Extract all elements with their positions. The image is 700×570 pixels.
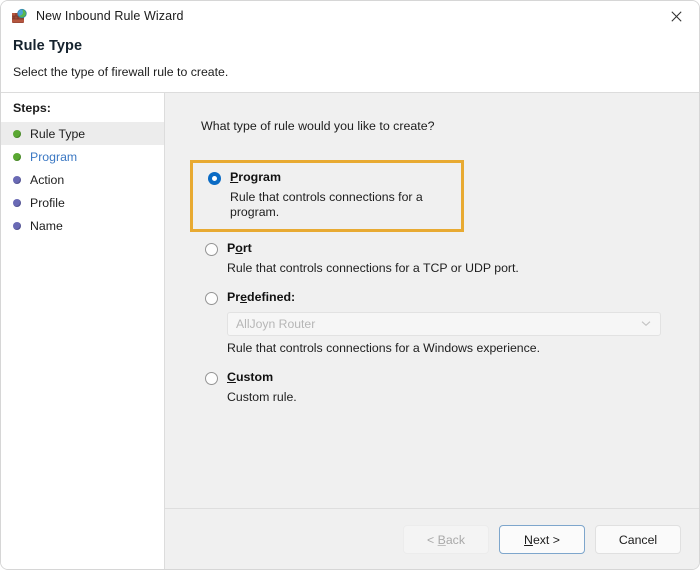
label-rest: rt xyxy=(242,241,252,255)
rule-type-radio-group: Program Rule that controls connections f… xyxy=(190,160,699,405)
sidebar-item-rule-type[interactable]: Rule Type xyxy=(1,122,164,145)
step-bullet-icon xyxy=(13,175,21,184)
wizard-footer: < Back Next > Cancel xyxy=(165,508,699,569)
sidebar-item-label: Program xyxy=(30,149,78,164)
title-bar: New Inbound Rule Wizard xyxy=(1,1,699,31)
radio-label-predefined: Predefined: xyxy=(227,290,699,305)
chevron-down-icon xyxy=(641,314,651,332)
page-subtitle: Select the type of firewall rule to crea… xyxy=(13,65,229,79)
sidebar-item-profile[interactable]: Profile xyxy=(1,191,164,214)
radio-indicator-program[interactable] xyxy=(208,172,221,185)
radio-description-custom: Custom rule. xyxy=(227,390,297,404)
predefined-dropdown[interactable]: AllJoyn Router xyxy=(227,312,661,336)
accel-char: o xyxy=(235,241,243,255)
label-rest: rogram xyxy=(238,170,281,184)
accel-char: C xyxy=(227,370,236,384)
step-bullet-icon xyxy=(13,129,21,138)
sidebar-item-label: Name xyxy=(30,218,63,233)
label-rest: defined: xyxy=(247,290,296,304)
label-rest: ustom xyxy=(235,370,274,384)
radio-indicator-custom[interactable] xyxy=(205,372,218,385)
sidebar-item-program[interactable]: Program xyxy=(1,145,164,168)
page-title: Rule Type xyxy=(13,38,83,54)
label-head: Pr xyxy=(227,290,241,304)
step-bullet-icon xyxy=(13,221,21,230)
next-button-label: Next > xyxy=(524,532,560,547)
page-header: Rule Type Select the type of firewall ru… xyxy=(1,31,699,93)
radio-option-program[interactable]: Program Rule that controls connections f… xyxy=(190,160,464,232)
question-label: What type of rule would you like to crea… xyxy=(201,119,435,133)
window-title: New Inbound Rule Wizard xyxy=(36,8,184,23)
wizard-body: Steps: Rule Type Program Action Profile … xyxy=(1,93,699,569)
sidebar-item-label: Rule Type xyxy=(30,126,86,141)
step-bullet-icon xyxy=(13,152,21,161)
steps-sidebar: Steps: Rule Type Program Action Profile … xyxy=(1,93,165,569)
radio-option-port[interactable]: Port Rule that controls connections for … xyxy=(201,241,699,276)
sidebar-item-label: Profile xyxy=(30,195,65,210)
cancel-button-label: Cancel xyxy=(618,532,658,547)
radio-label-port: Port xyxy=(227,241,699,256)
radio-label-custom: Custom xyxy=(227,370,699,385)
radio-indicator-port[interactable] xyxy=(205,243,218,256)
radio-description-predefined: Rule that controls connections for a Win… xyxy=(227,341,541,355)
cancel-button[interactable]: Cancel xyxy=(595,525,681,554)
radio-indicator-predefined[interactable] xyxy=(205,292,218,305)
step-bullet-icon xyxy=(13,198,21,207)
close-icon xyxy=(670,10,682,22)
radio-description-program: Rule that controls connections for a pro… xyxy=(230,190,423,219)
radio-description-port: Rule that controls connections for a TCP… xyxy=(227,261,519,275)
firewall-globe-icon xyxy=(11,8,28,25)
sidebar-item-label: Action xyxy=(30,172,65,187)
steps-label: Steps: xyxy=(13,101,51,115)
accel-char: B xyxy=(437,532,446,547)
main-content: What type of rule would you like to crea… xyxy=(165,93,699,569)
back-button[interactable]: < Back xyxy=(403,525,489,554)
radio-option-custom[interactable]: Custom Custom rule. xyxy=(201,370,699,405)
accel-char: N xyxy=(524,532,533,547)
wizard-window: New Inbound Rule Wizard Rule Type Select… xyxy=(0,0,700,570)
sidebar-item-name[interactable]: Name xyxy=(1,214,164,237)
predefined-dropdown-value: AllJoyn Router xyxy=(236,317,316,331)
close-button[interactable] xyxy=(653,1,699,31)
sidebar-item-action[interactable]: Action xyxy=(1,168,164,191)
radio-option-predefined[interactable]: Predefined: AllJoyn Router Rule that con… xyxy=(201,290,699,356)
radio-label-program: Program xyxy=(230,170,461,185)
accel-char: e xyxy=(240,290,247,304)
next-button[interactable]: Next > xyxy=(499,525,585,554)
back-button-label: < Back xyxy=(427,532,465,547)
